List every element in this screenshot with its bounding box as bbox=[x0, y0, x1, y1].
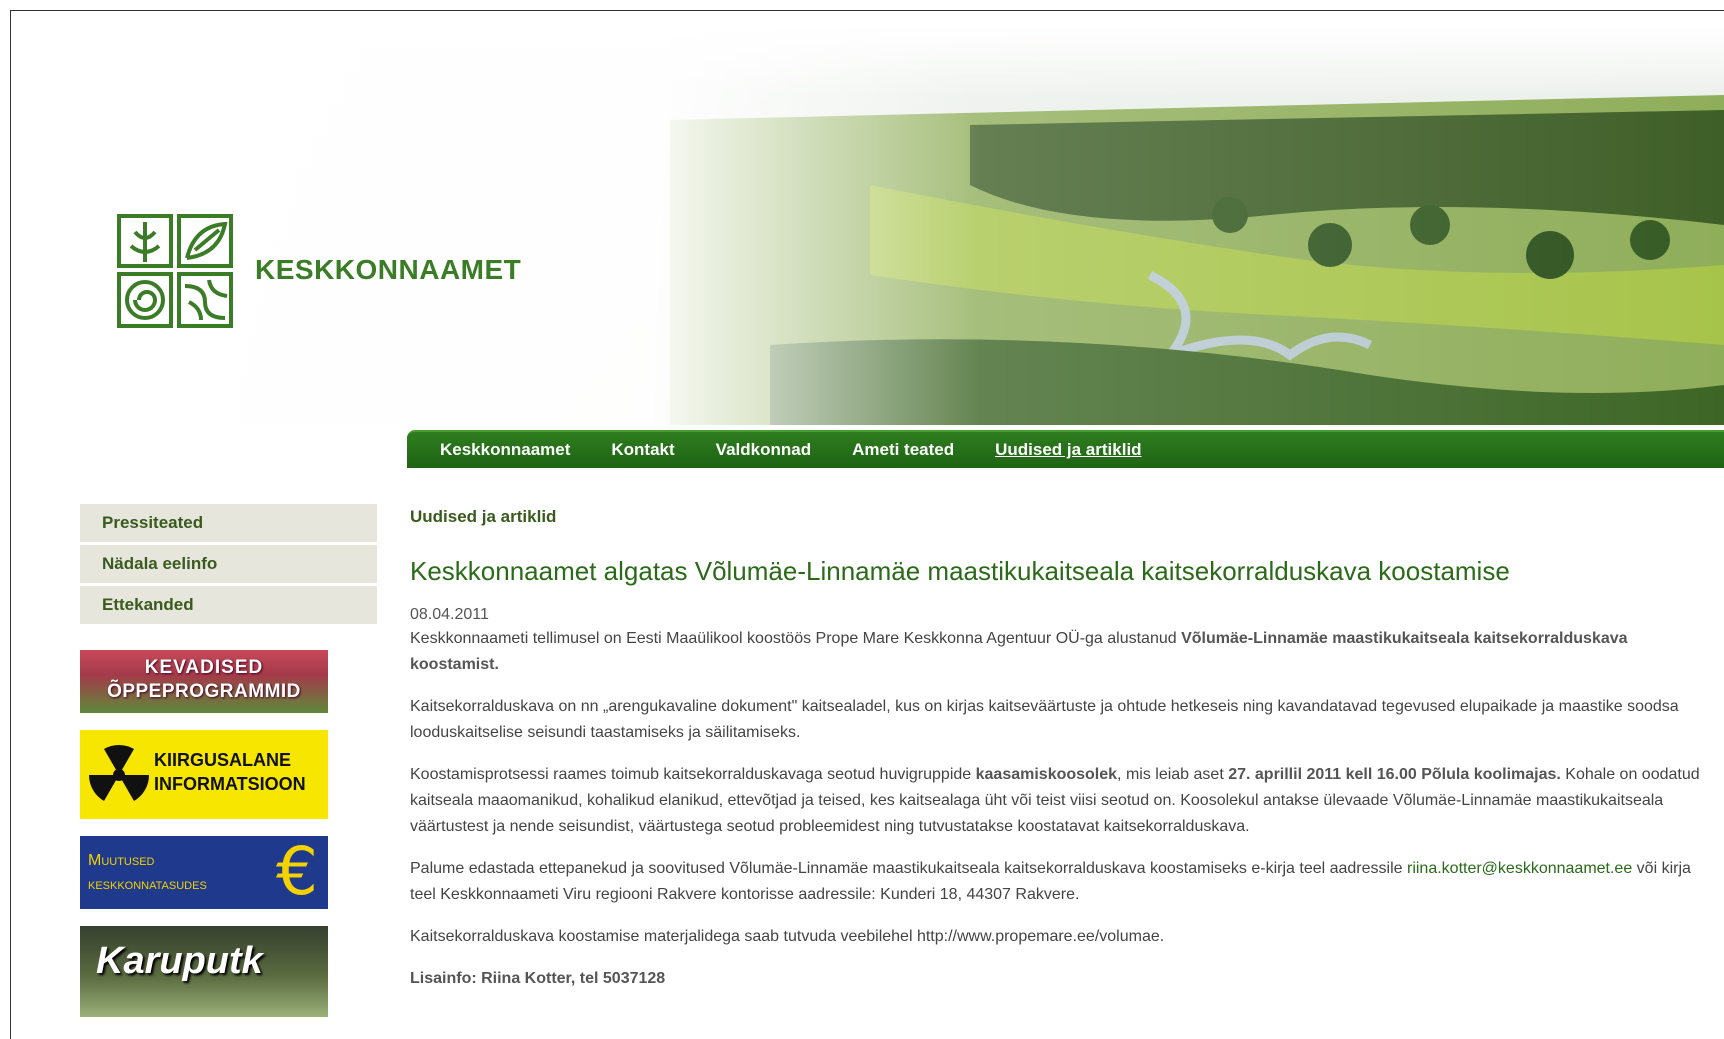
ad-muutused-keskkonnatasudes[interactable]: Muutused keskkonnatasudes € bbox=[80, 836, 328, 909]
nav-item-keskkonnaamet[interactable]: Keskkonnaamet bbox=[440, 440, 570, 460]
article-title: Keskkonnaamet algatas Võlumäe-Linnamäe m… bbox=[410, 556, 1510, 586]
paragraph-6: Lisainfo: Riina Kotter, tel 5037128 bbox=[410, 970, 666, 987]
paragraph-5: Kaitsekorralduskava koostamise materjali… bbox=[410, 928, 1165, 945]
main-navigation: Keskkonnaamet Kontakt Valdkonnad Ameti t… bbox=[407, 430, 1724, 468]
site-logo[interactable]: KESKKONNAAMET bbox=[115, 210, 521, 330]
sidebar-item-nadala-eelinfo[interactable]: Nädala eelinfo bbox=[80, 545, 377, 583]
website-link[interactable]: http://www.propemare.ee/volumae bbox=[917, 928, 1160, 945]
nav-item-valdkonnad[interactable]: Valdkonnad bbox=[716, 440, 811, 460]
nav-item-uudised-ja-artiklid[interactable]: Uudised ja artiklid bbox=[995, 440, 1141, 460]
ad-kiirgusalane-informatsioon[interactable]: KIIRGUSALANE INFORMATSIOON bbox=[80, 730, 328, 819]
ad-title-line2: INFORMATSIOON bbox=[154, 774, 306, 794]
breadcrumb[interactable]: Uudised ja artiklid bbox=[410, 504, 1710, 530]
radiation-icon bbox=[88, 744, 149, 801]
ad-title-line1: Muutused bbox=[88, 852, 155, 869]
nav-item-kontakt[interactable]: Kontakt bbox=[611, 440, 674, 460]
header-banner: KESKKONNAAMET bbox=[70, 25, 1724, 425]
paragraph-4: Palume edastada ettepanekud ja soovituse… bbox=[410, 860, 1691, 903]
ad-kevadised-oppeprogrammid[interactable]: KEVADISED ÕPPEPROGRAMMID bbox=[80, 650, 328, 713]
ad-title-line1: KEVADISED bbox=[144, 657, 264, 678]
euro-icon: € bbox=[276, 836, 318, 909]
sidebar-menu: Pressiteated Nädala eelinfo Ettekanded bbox=[80, 504, 377, 627]
article-date: 08.04.2011 bbox=[410, 606, 489, 623]
keskkonnaamet-logo-icon bbox=[117, 214, 233, 328]
ad-title-line1: KIIRGUSALANE bbox=[154, 750, 292, 770]
ad-karuputk[interactable]: Karuputk bbox=[80, 926, 328, 1017]
sidebar-item-ettekanded[interactable]: Ettekanded bbox=[80, 586, 377, 624]
ad-title-line1: Karuputk bbox=[96, 940, 263, 982]
nav-item-ameti-teated[interactable]: Ameti teated bbox=[852, 440, 954, 460]
ad-title-line2: ÕPPEPROGRAMMID bbox=[107, 681, 301, 702]
article-content: Uudised ja artiklid Keskkonnaamet algata… bbox=[410, 504, 1710, 1008]
sidebar-item-pressiteated[interactable]: Pressiteated bbox=[80, 504, 377, 542]
paragraph-1: Keskkonnaameti tellimusel on Eesti Maaül… bbox=[410, 630, 1628, 673]
paragraph-3: Koostamisprotsessi raames toimub kaitsek… bbox=[410, 766, 1700, 835]
ad-title-line2: keskkonnatasudes bbox=[88, 876, 207, 893]
paragraph-2: Kaitsekorralduskava on nn „arengukavalin… bbox=[410, 698, 1679, 741]
email-link[interactable]: riina.kotter@keskkonnaamet.ee bbox=[1407, 860, 1632, 877]
logo-text: KESKKONNAAMET bbox=[255, 254, 522, 285]
